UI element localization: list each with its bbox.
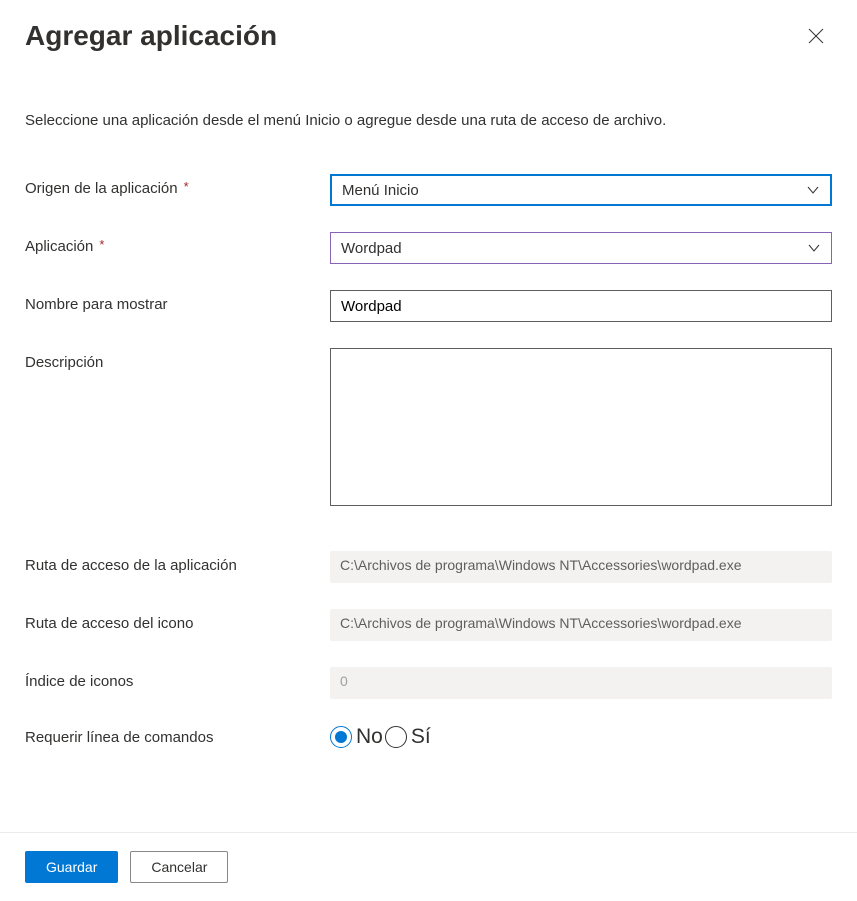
required-indicator: * — [99, 237, 104, 252]
display-name-label: Nombre para mostrar — [25, 290, 330, 313]
description-label: Descripción — [25, 348, 330, 371]
source-dropdown[interactable]: Menú Inicio — [330, 174, 832, 206]
radio-dot — [335, 731, 347, 743]
icon-path-value: C:\Archivos de programa\Windows NT\Acces… — [330, 609, 832, 641]
dialog-footer: Guardar Cancelar — [0, 832, 857, 901]
radio-option-yes[interactable]: Sí — [385, 725, 431, 749]
app-path-label: Ruta de acceso de la aplicación — [25, 551, 330, 574]
application-label: Aplicación* — [25, 232, 330, 255]
add-application-dialog: Agregar aplicación Seleccione una aplica… — [0, 0, 857, 795]
close-button[interactable] — [800, 20, 832, 52]
dialog-title: Agregar aplicación — [25, 20, 277, 52]
field-row-require-cmd: Requerir línea de comandos No Sí — [25, 725, 832, 749]
required-indicator: * — [184, 179, 189, 194]
chevron-down-icon — [807, 241, 821, 255]
app-path-value: C:\Archivos de programa\Windows NT\Acces… — [330, 551, 832, 583]
radio-circle — [385, 726, 407, 748]
field-row-icon-path: Ruta de acceso del icono C:\Archivos de … — [25, 609, 832, 641]
field-row-app-path: Ruta de acceso de la aplicación C:\Archi… — [25, 551, 832, 583]
icon-index-label: Índice de iconos — [25, 667, 330, 690]
source-label: Origen de la aplicación* — [25, 174, 330, 197]
icon-path-label: Ruta de acceso del icono — [25, 609, 330, 632]
source-value: Menú Inicio — [342, 182, 806, 199]
save-button[interactable]: Guardar — [25, 851, 118, 883]
radio-option-no[interactable]: No — [330, 725, 383, 749]
application-value: Wordpad — [341, 240, 807, 257]
description-textarea[interactable] — [330, 348, 832, 506]
close-icon — [808, 28, 824, 44]
cancel-button[interactable]: Cancelar — [130, 851, 228, 883]
dialog-header: Agregar aplicación — [25, 20, 832, 52]
icon-index-value: 0 — [330, 667, 832, 699]
field-row-display-name: Nombre para mostrar — [25, 290, 832, 322]
field-row-description: Descripción — [25, 348, 832, 511]
require-cmd-radio-group: No Sí — [330, 725, 832, 749]
radio-label-no: No — [356, 725, 383, 749]
require-cmd-label: Requerir línea de comandos — [25, 729, 330, 746]
field-row-application: Aplicación* Wordpad — [25, 232, 832, 264]
field-row-source: Origen de la aplicación* Menú Inicio — [25, 174, 832, 206]
application-dropdown[interactable]: Wordpad — [330, 232, 832, 264]
chevron-down-icon — [806, 183, 820, 197]
display-name-input[interactable] — [330, 290, 832, 322]
dialog-subtitle: Seleccione una aplicación desde el menú … — [25, 112, 832, 129]
radio-label-yes: Sí — [411, 725, 431, 749]
radio-circle — [330, 726, 352, 748]
field-row-icon-index: Índice de iconos 0 — [25, 667, 832, 699]
